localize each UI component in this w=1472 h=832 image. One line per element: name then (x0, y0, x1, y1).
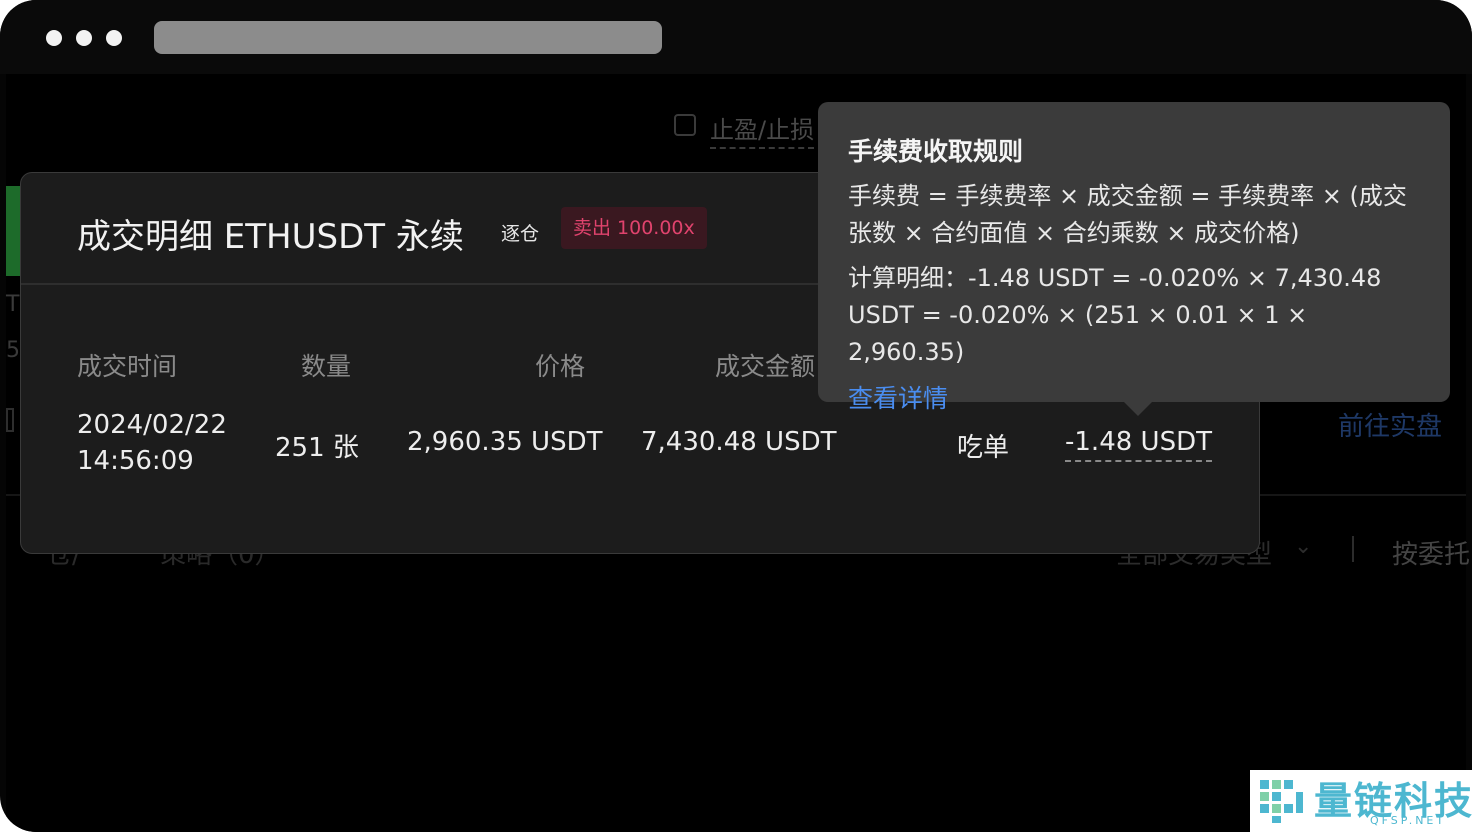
column-header-time: 成交时间 (77, 352, 178, 381)
fee-cell[interactable]: -1.48 USDT (1065, 427, 1212, 462)
margin-mode-tag: 逐仓 (501, 223, 540, 245)
chevron-down-icon[interactable]: ⌄ (1294, 534, 1312, 559)
watermark-sub: QFSP.NET (1370, 814, 1447, 827)
entrust-filter[interactable]: 按委托 (1392, 534, 1470, 571)
column-header-amount: 成交金额 (715, 352, 816, 381)
amount-cell: 7,430.48 USDT (641, 427, 837, 457)
quantity-cell: 251 张 (275, 433, 359, 463)
background-candle-bar (6, 186, 20, 276)
brand-logo-icon (1260, 780, 1303, 823)
fee-calculation: 计算明细：-1.48 USDT = -0.020% × 7,430.48 USD… (848, 264, 1382, 366)
liquidity-cell: 吃单 (957, 433, 1010, 463)
window-titlebar (0, 0, 1472, 74)
fee-formula: 手续费 = 手续费率 × 成交金额 = 手续费率 × (成交张数 × 合约面值 … (848, 182, 1407, 247)
filter-divider (1352, 536, 1354, 562)
price-cell: 2,960.35 USDT (407, 427, 603, 457)
trade-time: 14:56:09 (77, 446, 194, 476)
window-dot-icon[interactable] (106, 30, 122, 46)
tpsl-label[interactable]: 止盈/止损 (710, 110, 815, 149)
column-header-quantity: 数量 (301, 352, 352, 381)
fee-rule-tooltip: 手续费收取规则 手续费 = 手续费率 × 成交金额 = 手续费率 × (成交张数… (818, 102, 1450, 413)
trade-time-cell: 2024/02/22 14:56:09 (77, 407, 227, 479)
background-text: 5 (6, 338, 20, 363)
app-window: T 5 止盈/止损 前往实盘 仓/ 策略（0） 全部交易类型 ⌄ 按委托 成交明… (0, 0, 1472, 832)
tpsl-checkbox[interactable] (674, 114, 696, 136)
column-header-price: 价格 (535, 352, 586, 381)
window-dot-icon[interactable] (46, 30, 62, 46)
address-bar[interactable] (154, 21, 662, 54)
window-dot-icon[interactable] (76, 30, 92, 46)
side-leverage-badge: 卖出 100.00x (561, 207, 707, 249)
tooltip-title: 手续费收取规则 (848, 137, 1024, 166)
watermark: 量链科技 QFSP.NET (1250, 770, 1472, 832)
background-text: T (6, 292, 20, 317)
trade-date: 2024/02/22 (77, 410, 227, 440)
modal-title: 成交明细 ETHUSDT 永续 (77, 217, 464, 257)
background-icon (6, 408, 14, 432)
tooltip-arrow (1122, 400, 1154, 416)
